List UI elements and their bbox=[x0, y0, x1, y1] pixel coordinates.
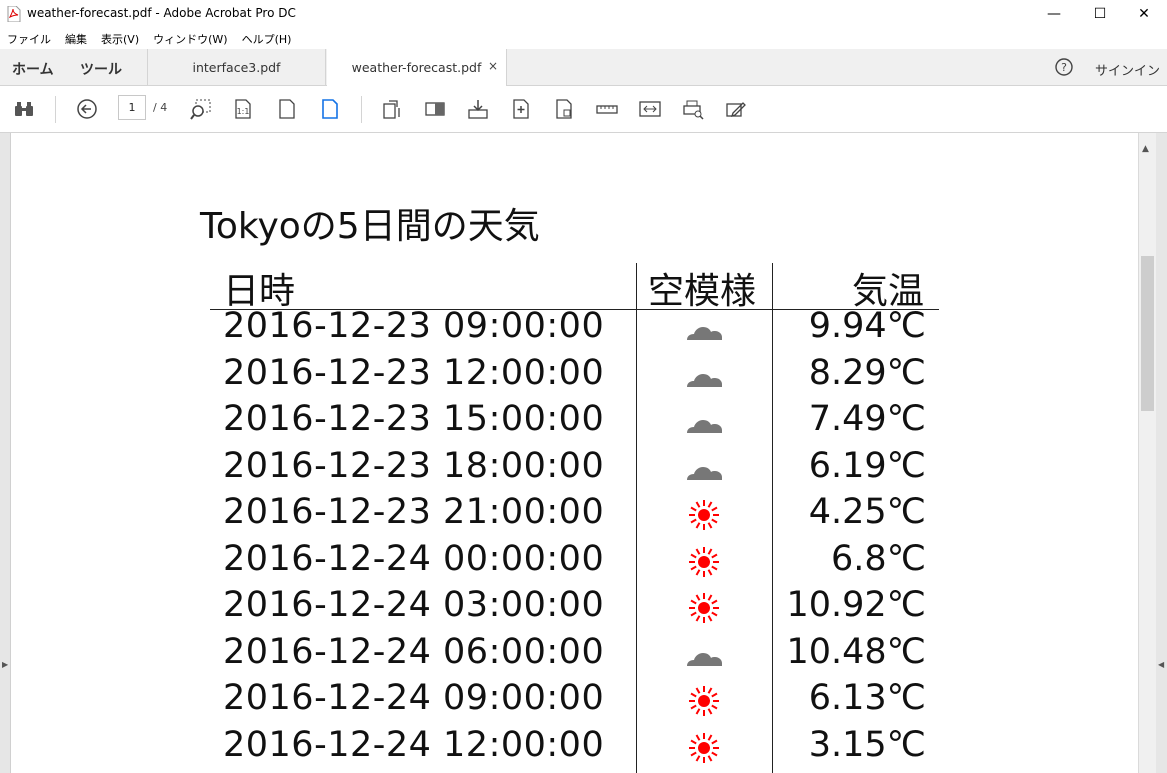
sun-icon bbox=[683, 498, 727, 532]
previous-page-icon[interactable] bbox=[76, 98, 98, 120]
close-window-button[interactable]: ✕ bbox=[1121, 0, 1167, 28]
cell-temp: 8.29℃ bbox=[808, 352, 926, 393]
menu-bar: ファイル 編集 表示(V) ウィンドウ(W) ヘルプ(H) bbox=[0, 28, 1167, 49]
title-bar: weather-forecast.pdf - Adobe Acrobat Pro… bbox=[0, 0, 1167, 28]
cell-temp: 7.49℃ bbox=[808, 399, 926, 439]
menu-help[interactable]: ヘルプ(H) bbox=[235, 31, 299, 47]
svg-text:1:1: 1:1 bbox=[237, 107, 250, 116]
zoom-marquee-icon[interactable] bbox=[190, 98, 212, 120]
cell-temp: 6.19℃ bbox=[808, 445, 926, 486]
table-row: 2016-12-24 03:00:00 10.92℃ bbox=[0, 585, 1138, 631]
sun-icon bbox=[683, 545, 727, 579]
compare-files-icon[interactable] bbox=[639, 98, 661, 120]
cell-temp: 10.92℃ bbox=[786, 585, 926, 625]
cell-temp: 9.94℃ bbox=[808, 306, 926, 346]
tab-tools[interactable]: ツール bbox=[80, 59, 122, 79]
svg-text:?: ? bbox=[1061, 61, 1067, 74]
cell-date: 2016-12-24 06:00:00 bbox=[223, 631, 605, 672]
tab-close-icon[interactable]: × bbox=[488, 59, 498, 73]
table-row: 2016-12-24 12:00:00 3.15℃ bbox=[0, 725, 1138, 771]
find-binoculars-icon[interactable] bbox=[13, 98, 35, 120]
page-number-input[interactable]: 1 bbox=[118, 95, 146, 120]
pdf-file-icon bbox=[7, 6, 21, 22]
minimize-button[interactable]: — bbox=[1031, 0, 1077, 28]
toolbar: 1:1 bbox=[0, 86, 1167, 133]
actual-size-icon[interactable]: 1:1 bbox=[232, 98, 254, 120]
table-row: 2016-12-24 06:00:00 10.48℃ bbox=[0, 632, 1138, 678]
scrollbar-thumb[interactable] bbox=[1141, 256, 1154, 411]
vertical-scrollbar[interactable] bbox=[1138, 133, 1156, 773]
menu-file[interactable]: ファイル bbox=[0, 31, 58, 47]
cell-date: 2016-12-24 00:00:00 bbox=[223, 538, 605, 579]
cell-temp: 3.15℃ bbox=[808, 724, 926, 765]
scroll-up-arrow-icon[interactable]: ▲ bbox=[1142, 144, 1149, 154]
cell-date: 2016-12-23 21:00:00 bbox=[223, 492, 605, 532]
print-production-icon[interactable] bbox=[682, 98, 704, 120]
cell-date: 2016-12-24 09:00:00 bbox=[223, 678, 605, 718]
fit-page-icon[interactable] bbox=[276, 98, 298, 120]
fill-sign-icon[interactable] bbox=[725, 98, 747, 120]
table-row: 2016-12-24 00:00:00 6.8℃ bbox=[0, 539, 1138, 585]
menu-edit[interactable]: 編集 bbox=[58, 31, 94, 47]
cell-temp: 4.25℃ bbox=[808, 492, 926, 532]
menu-window[interactable]: ウィンドウ(W) bbox=[146, 31, 234, 47]
right-panel-expand-icon[interactable]: ◀ bbox=[1158, 660, 1164, 669]
tab-label: interface3.pdf bbox=[192, 59, 281, 75]
sun-icon bbox=[683, 591, 727, 625]
table-row: 2016-12-23 15:00:00 7.49℃ bbox=[0, 399, 1138, 445]
right-panel-gutter bbox=[1156, 133, 1167, 773]
cell-date: 2016-12-23 18:00:00 bbox=[223, 445, 605, 486]
tab-bar: ホーム ツール interface3.pdf weather-forecast.… bbox=[0, 49, 1167, 86]
cloud-icon bbox=[683, 638, 727, 672]
cell-temp: 6.8℃ bbox=[831, 538, 926, 579]
toolbar-divider bbox=[361, 96, 362, 123]
maximize-button[interactable]: ☐ bbox=[1077, 0, 1123, 28]
signin-link[interactable]: サインイン bbox=[1095, 60, 1160, 79]
create-pdf-icon[interactable] bbox=[510, 98, 532, 120]
table-row: 2016-12-23 18:00:00 6.19℃ bbox=[0, 446, 1138, 492]
help-circle-icon[interactable]: ? bbox=[1055, 58, 1073, 76]
cloud-icon bbox=[683, 405, 727, 439]
rotate-page-icon[interactable] bbox=[381, 98, 403, 120]
tab-label: weather-forecast.pdf bbox=[351, 60, 482, 75]
read-mode-icon[interactable] bbox=[424, 98, 446, 120]
tab-weather-forecast[interactable]: weather-forecast.pdf × bbox=[327, 49, 507, 86]
cell-temp: 6.13℃ bbox=[808, 678, 926, 718]
cell-date: 2016-12-24 12:00:00 bbox=[223, 724, 605, 765]
cell-date: 2016-12-24 03:00:00 bbox=[223, 585, 605, 625]
tab-interface3[interactable]: interface3.pdf bbox=[148, 49, 326, 85]
cell-date: 2016-12-23 09:00:00 bbox=[223, 306, 605, 346]
table-row: 2016-12-23 09:00:00 9.94℃ bbox=[0, 306, 1138, 352]
tab-home[interactable]: ホーム bbox=[12, 59, 54, 79]
sun-icon bbox=[683, 731, 727, 765]
window-title: weather-forecast.pdf - Adobe Acrobat Pro… bbox=[27, 6, 296, 20]
measure-ruler-icon[interactable] bbox=[596, 98, 618, 120]
cell-temp: 10.48℃ bbox=[786, 631, 926, 672]
save-download-icon[interactable] bbox=[467, 98, 489, 120]
page-title: Tokyoの5日間の天気 bbox=[200, 206, 540, 247]
cell-date: 2016-12-23 15:00:00 bbox=[223, 399, 605, 439]
menu-view[interactable]: 表示(V) bbox=[94, 31, 146, 47]
cloud-icon bbox=[683, 452, 727, 486]
page-total: / 4 bbox=[153, 101, 168, 114]
cloud-icon bbox=[683, 312, 727, 346]
table-row: 2016-12-23 21:00:00 4.25℃ bbox=[0, 492, 1138, 538]
table-row: 2016-12-24 09:00:00 6.13℃ bbox=[0, 678, 1138, 724]
toolbar-divider bbox=[55, 96, 56, 123]
edit-pdf-icon[interactable] bbox=[553, 98, 575, 120]
table-row: 2016-12-23 12:00:00 8.29℃ bbox=[0, 353, 1138, 399]
cell-date: 2016-12-23 12:00:00 bbox=[223, 352, 605, 393]
fit-width-icon[interactable] bbox=[319, 98, 341, 120]
sun-icon bbox=[683, 684, 727, 718]
cloud-icon bbox=[683, 359, 727, 393]
